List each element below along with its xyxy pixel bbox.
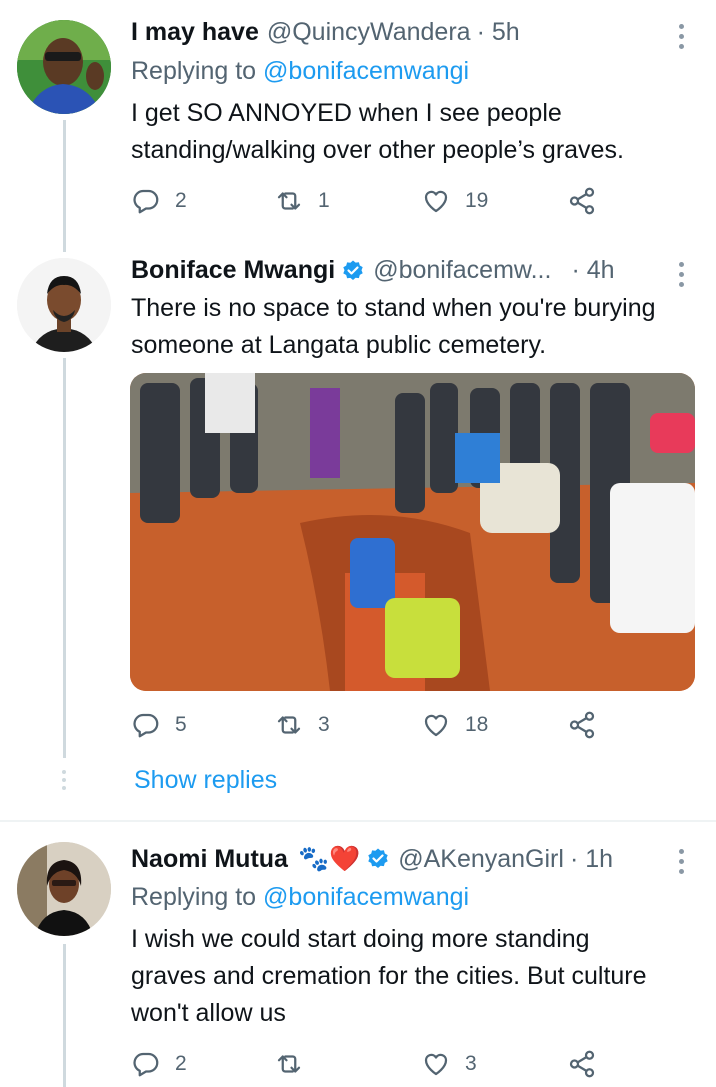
show-replies-link[interactable]: Show replies — [134, 766, 277, 795]
retweet-button[interactable]: 1 — [274, 186, 330, 216]
like-button[interactable]: 18 — [421, 710, 488, 740]
avatar-akenyangirl[interactable] — [17, 842, 111, 936]
retweet-button[interactable]: 3 — [274, 710, 330, 740]
replying-to-label: Replying to — [131, 883, 257, 911]
reply-count: 2 — [175, 1052, 187, 1075]
like-count: 19 — [465, 189, 489, 212]
tweet-text: I wish we could start doing more standin… — [131, 925, 647, 1027]
avatar-bonifacemwangi[interactable] — [17, 258, 111, 352]
retweet-icon — [277, 1055, 301, 1073]
thread-line — [63, 120, 66, 252]
replying-to-label: Replying to — [131, 57, 257, 85]
like-button[interactable]: 19 — [421, 186, 488, 216]
display-name[interactable]: Boniface Mwangi — [131, 256, 335, 285]
like-icon — [424, 190, 448, 213]
reply-count: 5 — [175, 713, 187, 736]
verified-badge-icon — [368, 848, 388, 868]
timestamp[interactable]: · 4h — [571, 256, 614, 285]
replying-to: Replying to @bonifacemwangi — [131, 57, 469, 86]
retweet-button[interactable] — [274, 1049, 318, 1079]
user-handle[interactable]: @AKenyanGirl — [398, 845, 564, 874]
retweet-icon — [277, 716, 301, 734]
tweet-actions: 2 1 19 — [131, 186, 611, 220]
like-icon — [424, 714, 448, 737]
retweet-count: 3 — [318, 713, 330, 736]
avatar-image — [17, 258, 111, 352]
tweet-header: Boniface Mwangi @bonifacemw... · 4h — [131, 256, 615, 285]
burial-photo — [130, 373, 695, 691]
avatar-image — [17, 842, 111, 936]
like-icon — [424, 1053, 448, 1076]
more-icon[interactable] — [677, 849, 685, 874]
divider — [0, 820, 716, 822]
user-handle[interactable]: @bonifacemw... — [373, 256, 551, 285]
timestamp[interactable]: · 5h — [477, 18, 520, 47]
share-button[interactable] — [567, 1049, 597, 1079]
reply-count: 2 — [175, 189, 187, 212]
reply-icon — [133, 1052, 159, 1077]
tweet-header: I may have @QuincyWandera · 5h — [131, 18, 520, 47]
like-count: 3 — [465, 1052, 477, 1075]
name-emoji: 🐾❤️ — [297, 844, 361, 873]
tweet-actions: 5 3 18 — [131, 710, 611, 744]
reply-icon — [133, 189, 159, 214]
tweet-text: I get SO ANNOYED when I see people stand… — [131, 99, 624, 164]
thread-line — [63, 944, 66, 1087]
more-icon[interactable] — [677, 262, 685, 287]
share-button[interactable] — [567, 710, 597, 740]
retweet-count: 1 — [318, 189, 330, 212]
share-icon — [569, 1050, 595, 1078]
tweet-header: Naomi Mutua 🐾❤️ @AKenyanGirl · 1h — [131, 844, 613, 874]
share-icon — [569, 711, 595, 739]
reply-button[interactable]: 2 — [131, 1049, 187, 1079]
like-button[interactable]: 3 — [421, 1049, 477, 1079]
mention-link[interactable]: @bonifacemwangi — [263, 57, 469, 85]
reply-button[interactable]: 2 — [131, 186, 187, 216]
like-count: 18 — [465, 713, 489, 736]
replying-to: Replying to @bonifacemwangi — [131, 883, 469, 912]
retweet-icon — [277, 192, 301, 210]
avatar-quincywandera[interactable] — [17, 20, 111, 114]
share-icon — [569, 187, 595, 215]
user-handle[interactable]: @QuincyWandera — [267, 18, 471, 47]
avatar-image — [17, 20, 111, 114]
reply-icon — [133, 713, 159, 738]
timestamp[interactable]: · 1h — [570, 845, 613, 874]
tweet-text: There is no space to stand when you're b… — [131, 294, 656, 359]
mention-link[interactable]: @bonifacemwangi — [263, 883, 469, 911]
thread-continuation-dots — [62, 770, 66, 790]
display-name[interactable]: I may have — [131, 18, 259, 47]
verified-badge-icon — [343, 260, 363, 280]
display-name[interactable]: Naomi Mutua — [131, 845, 288, 874]
tweet-photo[interactable] — [130, 373, 695, 691]
thread-line — [63, 358, 66, 758]
more-icon[interactable] — [677, 24, 685, 49]
reply-button[interactable]: 5 — [131, 710, 187, 740]
tweet-actions: 2 3 — [131, 1049, 611, 1083]
share-button[interactable] — [567, 186, 597, 216]
